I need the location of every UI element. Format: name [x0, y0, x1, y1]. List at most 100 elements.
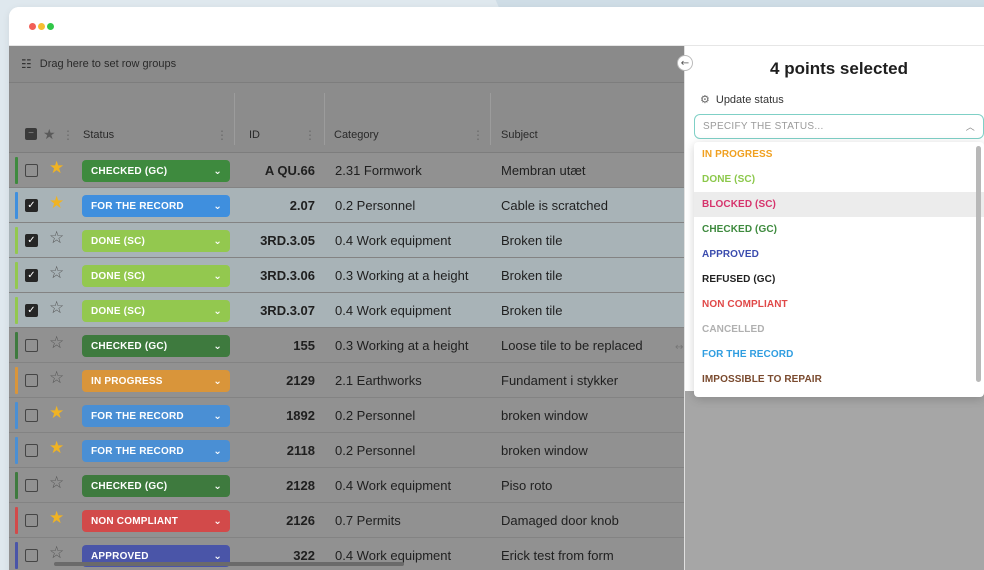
row-checkbox[interactable] [25, 409, 38, 422]
star-filled-icon[interactable]: ★ [49, 195, 64, 212]
column-header-id[interactable]: ID ⋮ [249, 118, 321, 152]
star-filled-icon[interactable]: ★ [49, 510, 64, 527]
star-filled-icon[interactable]: ★ [49, 405, 64, 422]
row-checkbox[interactable] [25, 374, 38, 387]
table-row[interactable]: ★ FOR THE RECORD ⌄ 1892 0.2 Personnel br… [9, 398, 684, 433]
cell-category: 0.4 Work equipment [335, 548, 452, 563]
chevron-down-icon: ⌄ [213, 375, 222, 387]
row-checkbox[interactable] [25, 549, 38, 562]
cell-id: 3RD.3.06 [260, 268, 315, 283]
cell-category: 0.4 Work equipment [335, 478, 452, 493]
cell-id: A QU.66 [264, 163, 315, 178]
chevron-down-icon: ⌄ [213, 445, 222, 457]
cell-subject: Loose tile to be replaced [501, 338, 643, 353]
table-row[interactable]: ☆ IN PROGRESS ⌄ 2129 2.1 Earthworks Fund… [9, 363, 684, 398]
minimize-window-button[interactable] [38, 23, 45, 30]
star-outline-icon[interactable]: ☆ [49, 545, 64, 562]
status-option[interactable]: FOR THE RECORD [694, 342, 984, 367]
cell-category: 0.2 Personnel [335, 408, 416, 423]
cell-id: 2128 [286, 478, 315, 493]
row-checkbox[interactable] [25, 339, 38, 352]
cell-subject: Erick test from form [501, 548, 614, 563]
star-outline-icon[interactable]: ☆ [49, 265, 64, 282]
status-option[interactable]: NON COMPLIANT [694, 292, 984, 317]
cell-category: 0.2 Personnel [335, 198, 416, 213]
row-status-accent [15, 507, 18, 534]
status-select[interactable]: SPECIFY THE STATUS... ︿ [694, 114, 984, 139]
status-pill[interactable]: NON COMPLIANT ⌄ [82, 510, 230, 532]
chevron-down-icon: ⌄ [213, 165, 222, 177]
cell-id: 3RD.3.05 [260, 233, 315, 248]
star-column-menu-icon[interactable]: ⋮ [62, 128, 79, 142]
star-outline-icon[interactable]: ☆ [49, 335, 64, 352]
cell-subject: Broken tile [501, 268, 563, 283]
maximize-window-button[interactable] [47, 23, 54, 30]
title-bar [9, 7, 984, 46]
row-status-accent [15, 472, 18, 499]
column-menu-icon[interactable]: ⋮ [304, 128, 321, 142]
table-row[interactable]: ★ FOR THE RECORD ⌄ 2118 0.2 Personnel br… [9, 433, 684, 468]
status-option[interactable]: REFUSED (GC) [694, 267, 984, 292]
star-filled-icon[interactable]: ★ [49, 440, 64, 457]
row-checkbox[interactable]: ✓ [25, 269, 38, 282]
status-option[interactable]: CHECKED (GC) [694, 217, 984, 242]
chevron-down-icon: ⌄ [213, 480, 222, 492]
status-option[interactable]: APPROVED [694, 242, 984, 267]
status-option[interactable]: DONE (SC) [694, 167, 984, 192]
table-row[interactable]: ★ CHECKED (GC) ⌄ A QU.66 2.31 Formwork M… [9, 153, 684, 188]
status-pill[interactable]: DONE (SC) ⌄ [82, 265, 230, 287]
status-pill[interactable]: CHECKED (GC) ⌄ [82, 475, 230, 497]
table-row[interactable]: ✓ ☆ DONE (SC) ⌄ 3RD.3.05 0.4 Work equipm… [9, 223, 684, 258]
horizontal-scrollbar[interactable] [54, 562, 404, 566]
row-checkbox[interactable] [25, 164, 38, 177]
table-row[interactable]: ☆ CHECKED (GC) ⌄ 155 0.3 Working at a he… [9, 328, 684, 363]
chevron-down-icon: ⌄ [213, 550, 222, 562]
status-pill[interactable]: DONE (SC) ⌄ [82, 230, 230, 252]
status-pill[interactable]: FOR THE RECORD ⌄ [82, 405, 230, 427]
row-checkbox[interactable]: ✓ [25, 234, 38, 247]
table-row[interactable]: ✓ ★ FOR THE RECORD ⌄ 2.07 0.2 Personnel … [9, 188, 684, 223]
status-pill[interactable]: CHECKED (GC) ⌄ [82, 160, 230, 182]
panel-title: 4 points selected [770, 59, 908, 78]
row-checkbox[interactable]: ✓ [25, 304, 38, 317]
chevron-down-icon: ⌄ [213, 340, 222, 352]
star-outline-icon[interactable]: ☆ [49, 370, 64, 387]
status-pill[interactable]: FOR THE RECORD ⌄ [82, 440, 230, 462]
star-header-icon[interactable]: ★ [43, 127, 56, 143]
status-pill[interactable]: DONE (SC) ⌄ [82, 300, 230, 322]
column-menu-icon[interactable]: ⋮ [216, 128, 233, 142]
star-outline-icon[interactable]: ☆ [49, 300, 64, 317]
row-group-panel[interactable]: ☷ Drag here to set row groups [9, 46, 684, 83]
row-checkbox[interactable] [25, 479, 38, 492]
row-checkbox[interactable] [25, 444, 38, 457]
table-row[interactable]: ✓ ☆ DONE (SC) ⌄ 3RD.3.07 0.4 Work equipm… [9, 293, 684, 328]
row-checkbox[interactable] [25, 514, 38, 527]
dropdown-scrollbar[interactable] [976, 146, 981, 382]
status-option[interactable]: BLOCKED (SC) [694, 192, 984, 217]
table-row[interactable]: ✓ ☆ DONE (SC) ⌄ 3RD.3.06 0.3 Working at … [9, 258, 684, 293]
star-outline-icon[interactable]: ☆ [49, 230, 64, 247]
column-header-status[interactable]: Status ⋮ [83, 118, 233, 152]
cell-id: 1892 [286, 408, 315, 423]
column-header-subject[interactable]: Subject [501, 118, 671, 152]
status-pill[interactable]: CHECKED (GC) ⌄ [82, 335, 230, 357]
column-header-category[interactable]: Category ⋮ [334, 118, 489, 152]
column-menu-icon[interactable]: ⋮ [472, 128, 489, 142]
table-row[interactable]: ☆ CHECKED (GC) ⌄ 2128 0.4 Work equipment… [9, 468, 684, 503]
grid-header: − ★ ⋮ Status ⋮ ID ⋮ Category ⋮ Subject [9, 83, 684, 153]
star-outline-icon[interactable]: ☆ [49, 475, 64, 492]
status-option[interactable]: IN PROGRESS [694, 142, 984, 167]
status-pill[interactable]: IN PROGRESS ⌄ [82, 370, 230, 392]
chevron-down-icon: ⌄ [213, 270, 222, 282]
row-groups-icon: ☷ [21, 57, 32, 71]
status-option[interactable]: IMPOSSIBLE TO REPAIR [694, 367, 984, 392]
status-pill[interactable]: FOR THE RECORD ⌄ [82, 195, 230, 217]
close-window-button[interactable] [29, 23, 36, 30]
select-all-checkbox[interactable]: − [25, 128, 37, 140]
status-dropdown: IN PROGRESS DONE (SC) BLOCKED (SC) CHECKED … [694, 142, 984, 397]
table-row[interactable]: ★ NON COMPLIANT ⌄ 2126 0.7 Permits Damag… [9, 503, 684, 538]
status-option[interactable]: CANCELLED [694, 317, 984, 342]
panel-resize-handle[interactable]: ↔ [675, 342, 683, 353]
star-filled-icon[interactable]: ★ [49, 160, 64, 177]
row-checkbox[interactable]: ✓ [25, 199, 38, 212]
